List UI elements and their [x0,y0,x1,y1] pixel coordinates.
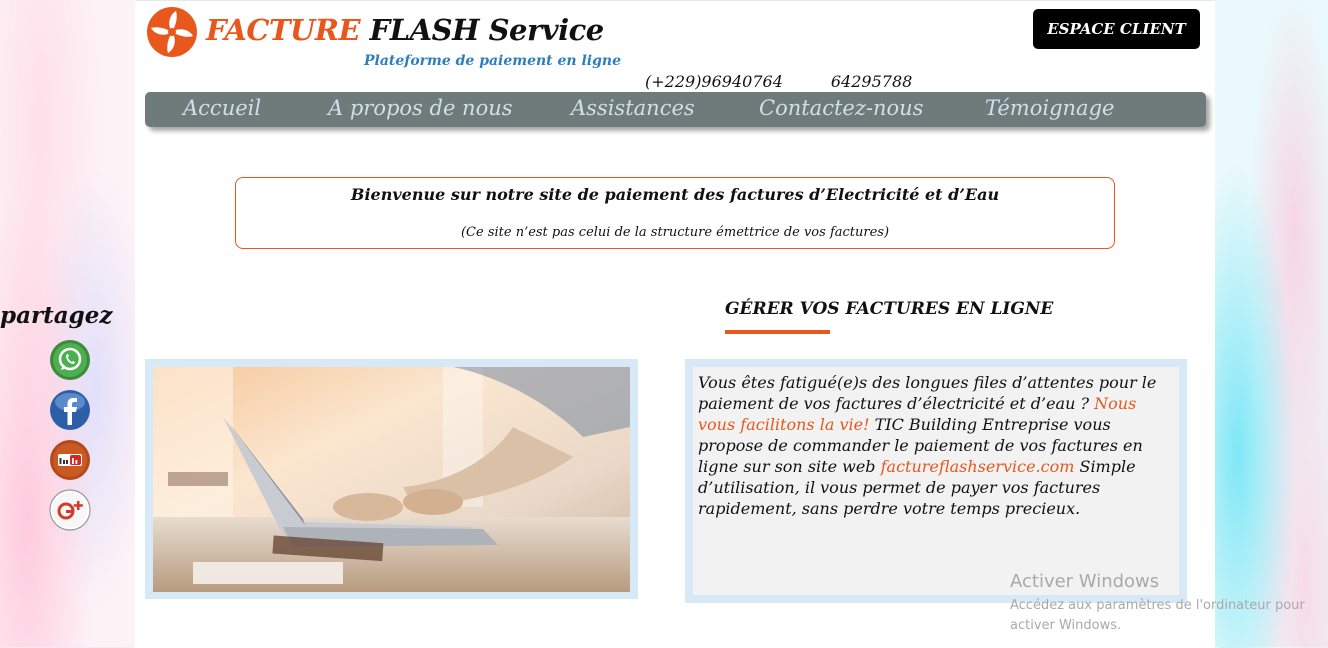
main-page: FACTURE FLASH Service Plateforme de paie… [135,0,1215,648]
main-navbar: Accueil A propos de nous Assistances Con… [145,92,1206,127]
heading-underline [725,330,830,334]
image-frame [145,359,638,599]
welcome-box: Bienvenue sur notre site de paiement des… [235,177,1115,249]
nav-item-accueil[interactable]: Accueil [183,96,261,120]
windows-activation-title: Activer Windows [1010,571,1160,592]
phone-number-1: (+229)96940764 [645,72,783,91]
laptop-typing-photo [153,367,630,592]
tagline: Plateforme de paiement en ligne [364,53,621,69]
decorative-background-right [1215,0,1328,647]
google-plus-icon[interactable] [49,489,91,531]
description-part1: Vous êtes fatigué(e)s des longues files … [698,373,1157,413]
website-link[interactable]: factureflashservice.com [881,457,1075,476]
whatsapp-icon[interactable] [49,339,91,381]
brand-title-part1: FACTURE [206,13,361,47]
brand-title: FACTURE FLASH Service [206,13,604,47]
description-box: Vous êtes fatigué(e)s des longues files … [685,359,1187,603]
phone-number-2: 64295788 [830,72,913,91]
nav-item-contactez-nous[interactable]: Contactez-nous [759,96,923,120]
phone-numbers: (+229)96940764 64295788 [645,72,912,91]
nav-item-assistances[interactable]: Assistances [571,96,695,120]
brand-title-part2: FLASH Service [369,13,605,47]
logo-icon [147,7,197,57]
welcome-title: Bienvenue sur notre site de paiement des… [350,185,1000,204]
nav-item-temoignage[interactable]: Témoignage [985,96,1114,120]
windows-activation-text: Accédez aux paramètres de l'ordinateur p… [1010,598,1305,633]
description-text: Vous êtes fatigué(e)s des longues files … [698,372,1170,519]
youtube-icon[interactable] [49,439,91,481]
description-inner: Vous êtes fatigué(e)s des longues files … [693,367,1179,595]
nav-item-a-propos[interactable]: A propos de nous [328,96,513,120]
facebook-icon[interactable] [49,389,91,431]
share-label: partagez [0,302,113,329]
section-heading: GÉRER VOS FACTURES EN LIGNE [725,299,1054,319]
espace-client-button[interactable]: ESPACE CLIENT [1033,9,1200,49]
welcome-subtitle: (Ce site n’est pas celui de la structure… [460,225,890,240]
